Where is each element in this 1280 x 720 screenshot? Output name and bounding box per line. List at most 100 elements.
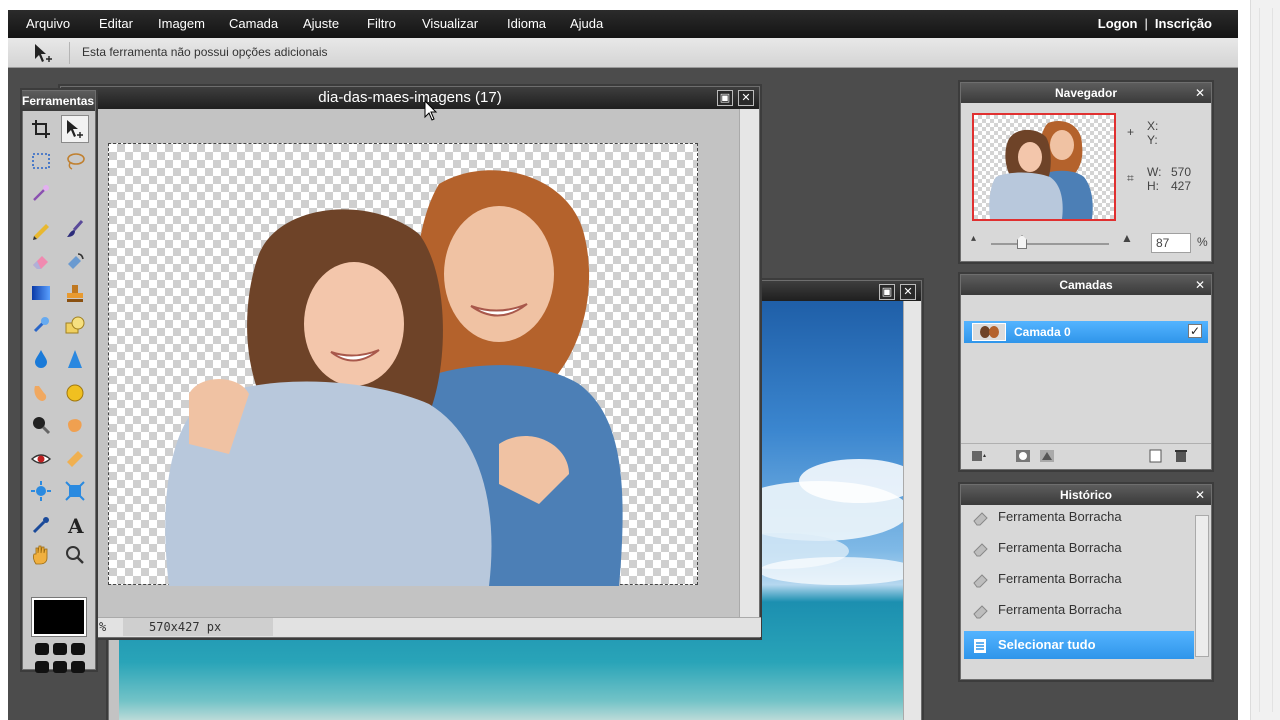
swatch-dot[interactable]: [71, 643, 85, 655]
doc1-title[interactable]: dia-das-maes-imagens (17): [61, 87, 759, 109]
history-item-selected[interactable]: Selecionar tudo: [964, 631, 1194, 659]
history-close-icon[interactable]: ✕: [1193, 488, 1207, 502]
pencil-tool[interactable]: [27, 215, 55, 243]
zoom-slider-thumb[interactable]: [1017, 235, 1027, 249]
doc2-maximize-icon[interactable]: ▣: [879, 284, 895, 300]
zoom-out-icon[interactable]: ▴: [971, 233, 976, 244]
pinch-tool[interactable]: [61, 477, 89, 505]
document-window-main[interactable]: dia-das-maes-imagens (17) ▣ ✕ % 570x427 …: [60, 86, 761, 638]
swatch-dot[interactable]: [71, 661, 85, 673]
eraser-tool[interactable]: [27, 247, 55, 275]
burn-tool[interactable]: [61, 411, 89, 439]
logon-link[interactable]: Logon: [1098, 16, 1138, 31]
page-scrollbar[interactable]: [1250, 0, 1280, 720]
sharpen-tool[interactable]: [61, 345, 89, 373]
menu-ajuste[interactable]: Ajuste: [303, 16, 339, 31]
doc1-maximize-icon[interactable]: ▣: [717, 90, 733, 106]
doc1-close-icon[interactable]: ✕: [738, 90, 754, 106]
menu-imagem[interactable]: Imagem: [158, 16, 205, 31]
nav-h-label: H:: [1147, 179, 1159, 193]
layer-name: Camada 0: [1014, 325, 1071, 339]
zoom-slider-track[interactable]: [991, 243, 1109, 245]
doc1-canvas-area[interactable]: [61, 109, 741, 619]
swatch-dot[interactable]: [35, 661, 49, 673]
editor-frame: Arquivo Editar Imagem Camada Ajuste Filt…: [8, 10, 1238, 720]
magic-wand-tool[interactable]: [27, 179, 55, 207]
mouse-cursor-icon: [424, 100, 438, 121]
layer-visibility-checkbox[interactable]: ✓: [1188, 324, 1202, 338]
bandage-icon: [67, 451, 83, 467]
doc1-status-bar: % 570x427 px: [61, 617, 761, 637]
tool-options-bar: Esta ferramenta não possui opções adicio…: [8, 38, 1238, 68]
replace-color-tool[interactable]: [61, 247, 89, 275]
menu-ajuda[interactable]: Ajuda: [570, 16, 603, 31]
menu-idioma[interactable]: Idioma: [507, 16, 546, 31]
blur-tool[interactable]: [27, 345, 55, 373]
history-item[interactable]: Ferramenta Borracha: [964, 503, 1194, 531]
foreground-color-swatch[interactable]: [32, 598, 86, 636]
color-replace-tool[interactable]: [27, 311, 55, 339]
hand-tool[interactable]: [27, 541, 55, 569]
lasso-tool[interactable]: [61, 147, 89, 175]
red-eye-tool[interactable]: [27, 445, 55, 473]
menu-arquivo[interactable]: Arquivo: [26, 16, 70, 31]
zoom-tool[interactable]: [61, 541, 89, 569]
shape-tool[interactable]: [61, 311, 89, 339]
menu-editar[interactable]: Editar: [99, 16, 133, 31]
doc2-close-icon[interactable]: ✕: [900, 284, 916, 300]
layers-close-icon[interactable]: ✕: [1193, 278, 1207, 292]
image-canvas[interactable]: [108, 143, 698, 586]
history-item-label: Ferramenta Borracha: [998, 571, 1122, 586]
marquee-tool[interactable]: [27, 147, 55, 175]
zoom-in-icon[interactable]: ▲: [1121, 231, 1133, 245]
spot-heal-tool[interactable]: [61, 445, 89, 473]
zoom-input[interactable]: 87: [1151, 233, 1191, 253]
history-item[interactable]: Ferramenta Borracha: [964, 596, 1194, 624]
navigator-thumbnail[interactable]: [972, 113, 1116, 221]
nav-y-label: Y:: [1147, 133, 1158, 147]
doc2-vertical-scrollbar[interactable]: [903, 301, 921, 720]
crop-tool[interactable]: [27, 115, 55, 143]
swatch-dot[interactable]: [53, 661, 67, 673]
auth-separator: |: [1144, 16, 1148, 31]
bloat-tool[interactable]: [27, 477, 55, 505]
menu-filtro[interactable]: Filtro: [367, 16, 396, 31]
layer-row[interactable]: Camada 0 ✓: [964, 321, 1208, 343]
menu-visualizar[interactable]: Visualizar: [422, 16, 478, 31]
menu-bar: Arquivo Editar Imagem Camada Ajuste Filt…: [8, 10, 1238, 38]
gradient-tool[interactable]: [27, 279, 55, 307]
color-replace-icon: [33, 317, 49, 333]
swatch-dot[interactable]: [35, 643, 49, 655]
smudge-tool[interactable]: [27, 379, 55, 407]
brush-tool[interactable]: [61, 215, 89, 243]
sponge-icon: [66, 384, 84, 402]
eraser-icon: [33, 256, 48, 269]
dodge-tool[interactable]: [27, 411, 55, 439]
signup-link[interactable]: Inscrição: [1155, 16, 1212, 31]
history-item-label: Ferramenta Borracha: [998, 509, 1122, 524]
sponge-tool[interactable]: [61, 379, 89, 407]
move-tool[interactable]: [61, 115, 89, 143]
new-layer-icon[interactable]: [1147, 449, 1163, 463]
move-tool-icon: [32, 42, 56, 64]
text-tool[interactable]: A: [61, 511, 89, 539]
layer-mask-icon[interactable]: [1015, 449, 1031, 463]
eye-icon: [30, 454, 52, 464]
swatch-dot[interactable]: [53, 643, 67, 655]
burn-icon: [68, 419, 82, 432]
clone-stamp-tool[interactable]: [61, 279, 89, 307]
history-item[interactable]: Ferramenta Borracha: [964, 534, 1194, 562]
smudge-icon: [34, 386, 47, 401]
layer-styles-icon[interactable]: [1039, 449, 1055, 463]
history-item[interactable]: Ferramenta Borracha: [964, 565, 1194, 593]
trash-icon[interactable]: [1173, 449, 1189, 463]
crop-icon: [32, 120, 50, 138]
layer-settings-icon[interactable]: [971, 449, 987, 463]
layer-thumbnail: [972, 323, 1006, 341]
history-scrollbar[interactable]: [1195, 515, 1209, 657]
doc1-vertical-scrollbar[interactable]: [739, 109, 759, 619]
color-picker-tool[interactable]: [27, 511, 55, 539]
navigator-close-icon[interactable]: ✕: [1193, 86, 1207, 100]
menu-camada[interactable]: Camada: [229, 16, 278, 31]
history-item-label: Ferramenta Borracha: [998, 540, 1122, 555]
